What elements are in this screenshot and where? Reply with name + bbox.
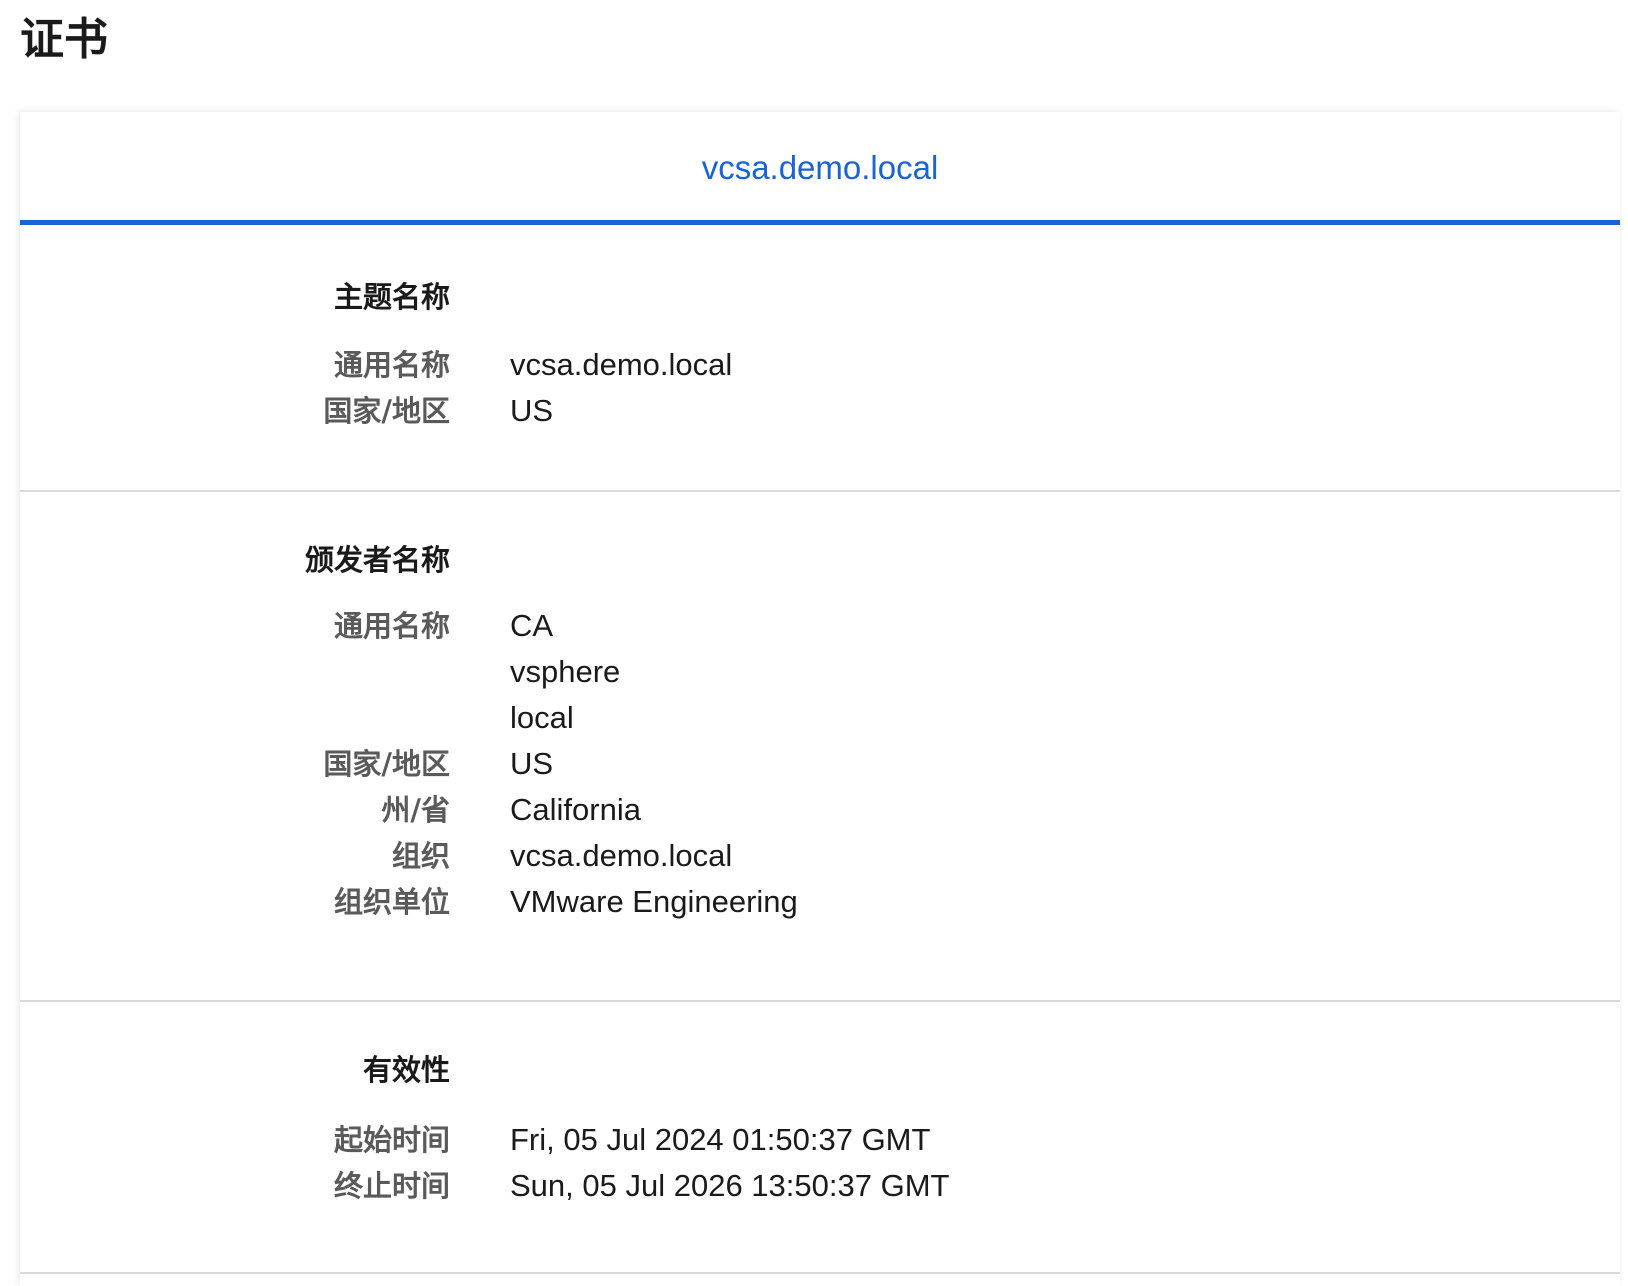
issuer-row: vsphere [20, 650, 1620, 698]
issuer-row: 州/省 California [20, 788, 1620, 836]
not-before-value: Fri, 05 Jul 2024 01:50:37 GMT [510, 1122, 931, 1157]
issuer-name-heading: 颁发者名称 [304, 543, 450, 577]
issuer-organization-label: 组织 [391, 839, 450, 873]
issuer-org-unit-value: VMware Engineering [510, 884, 798, 919]
issuer-state-label: 州/省 [381, 793, 450, 827]
issuer-row: 通用名称 CA [20, 604, 1620, 652]
issuer-org-unit-label: 组织单位 [333, 885, 450, 919]
subject-country-value: US [510, 393, 554, 428]
issuer-row: 组织单位 VMware Engineering [20, 880, 1620, 928]
issuer-country-value: US [510, 746, 554, 781]
issuer-row: 国家/地区 US [20, 742, 1620, 790]
issuer-common-name-value-3: local [510, 700, 574, 735]
issuer-common-name-value-2: vsphere [510, 654, 621, 689]
issuer-country-label: 国家/地区 [323, 747, 450, 781]
tab-bar: vcsa.demo.local [20, 112, 1620, 225]
subject-row: 国家/地区 US [20, 389, 1620, 437]
subject-common-name-label: 通用名称 [333, 348, 450, 382]
validity-section: 有效性 起始时间 Fri, 05 Jul 2024 01:50:37 GMT 终… [20, 1002, 1620, 1274]
issuer-state-value: California [510, 792, 641, 827]
issuer-common-name-label: 通用名称 [333, 609, 450, 643]
subject-name-section: 主题名称 通用名称 vcsa.demo.local 国家/地区 US [20, 225, 1620, 492]
not-after-value: Sun, 05 Jul 2026 13:50:37 GMT [510, 1168, 950, 1203]
subject-row: 通用名称 vcsa.demo.local [20, 343, 1620, 391]
validity-row: 终止时间 Sun, 05 Jul 2026 13:50:37 GMT [20, 1164, 1620, 1212]
certificate-card: vcsa.demo.local 主题名称 通用名称 vcsa.demo.loca… [20, 112, 1620, 1286]
not-after-label: 终止时间 [333, 1169, 450, 1203]
subject-name-heading: 主题名称 [333, 280, 450, 314]
issuer-row: local [20, 696, 1620, 744]
validity-row: 起始时间 Fri, 05 Jul 2024 01:50:37 GMT [20, 1118, 1620, 1166]
issuer-row: 组织 vcsa.demo.local [20, 834, 1620, 882]
issuer-organization-value: vcsa.demo.local [510, 838, 733, 873]
issuer-common-name-value: CA [510, 608, 554, 643]
validity-heading: 有效性 [362, 1053, 450, 1087]
page-title: 证书 [20, 14, 108, 65]
subject-common-name-value: vcsa.demo.local [510, 347, 733, 382]
issuer-name-section: 颁发者名称 通用名称 CA vsphere local 国家/地区 US 州/省… [20, 492, 1620, 1002]
subject-country-label: 国家/地区 [323, 394, 450, 428]
tab-vcsa-demo-local[interactable]: vcsa.demo.local [20, 146, 1620, 190]
not-before-label: 起始时间 [333, 1123, 450, 1157]
